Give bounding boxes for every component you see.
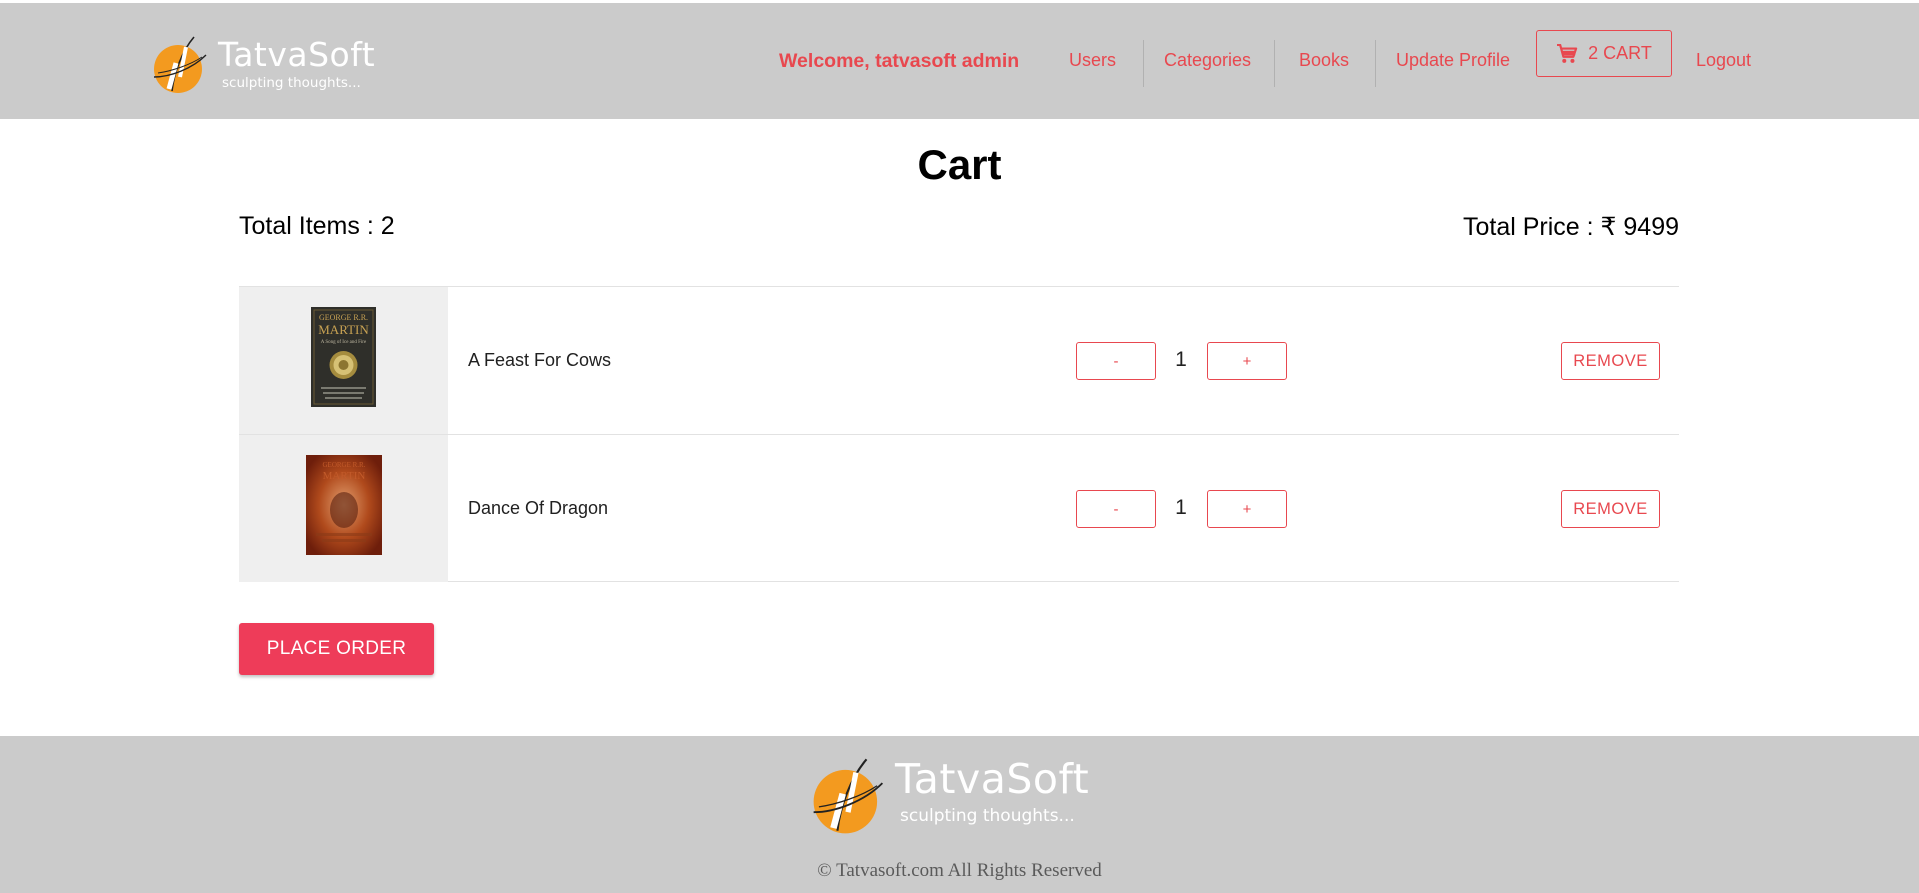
nav-divider	[1375, 40, 1376, 87]
decrement-button[interactable]: -	[1076, 490, 1156, 528]
nav-logout[interactable]: Logout	[1696, 50, 1751, 71]
nav-update-profile[interactable]: Update Profile	[1396, 50, 1510, 71]
footer-logo[interactable]: TatvaSoft sculpting thoughts...	[807, 754, 1127, 834]
cart-label: CART	[1603, 43, 1652, 63]
book-cover-image: GEORGE R.R. MARTIN	[306, 455, 382, 555]
cart-button[interactable]: 2 CART	[1536, 30, 1672, 77]
nav-divider	[1143, 40, 1144, 87]
cart-table: GEORGE R.R. MARTIN A Song of Ice and Fir…	[239, 286, 1679, 582]
cover-author: GEORGE R.R.	[323, 461, 366, 469]
cart-count: 2	[1588, 43, 1599, 63]
remove-button[interactable]: REMOVE	[1561, 490, 1660, 528]
cover-surname: MARTIN	[318, 322, 369, 337]
book-title: Dance Of Dragon	[468, 498, 609, 518]
nav-users[interactable]: Users	[1069, 50, 1116, 71]
nav-divider	[1274, 40, 1275, 87]
tatvasoft-logo-icon	[813, 758, 884, 834]
site-footer: TatvaSoft sculpting thoughts... © Tatvas…	[0, 736, 1919, 893]
logo-brand: TatvaSoft	[895, 755, 1090, 803]
book-title: A Feast For Cows	[468, 350, 612, 370]
quantity-value: 1	[1175, 348, 1187, 371]
total-items: Total Items : 2	[239, 212, 395, 240]
place-order-button[interactable]: PLACE ORDER	[239, 623, 434, 675]
main-nav: Welcome, tatvasoft admin Users Categorie…	[0, 3, 1919, 119]
decrement-button[interactable]: -	[1076, 342, 1156, 380]
cover-series: A Song of Ice and Fire	[321, 340, 367, 345]
book-cover-image: GEORGE R.R. MARTIN A Song of Ice and Fir…	[311, 307, 376, 407]
cover-author: GEORGE R.R.	[319, 313, 368, 322]
remove-button[interactable]: REMOVE	[1561, 342, 1660, 380]
nav-categories[interactable]: Categories	[1164, 50, 1251, 71]
increment-button[interactable]: +	[1207, 490, 1287, 528]
cart-row: GEORGE R.R. MARTIN A Song of Ice and Fir…	[239, 286, 1679, 434]
shopping-cart-icon	[1557, 43, 1578, 63]
cover-surname: MARTIN	[323, 470, 366, 482]
page-title: Cart	[917, 141, 1002, 188]
site-header: TatvaSoft sculpting thoughts... Welcome,…	[0, 3, 1919, 119]
copyright-text: © Tatvasoft.com All Rights Reserved	[817, 860, 1102, 881]
book-thumbnail-cell: GEORGE R.R. MARTIN A Song of Ice and Fir…	[239, 287, 448, 434]
nav-books[interactable]: Books	[1299, 50, 1349, 71]
quantity-value: 1	[1175, 496, 1187, 519]
cart-row: GEORGE R.R. MARTIN Dance Of Dragon ₹ 900…	[239, 434, 1679, 582]
logo-tagline: sculpting thoughts...	[900, 806, 1075, 826]
increment-button[interactable]: +	[1207, 342, 1287, 380]
welcome-text: Welcome, tatvasoft admin	[779, 50, 1020, 72]
total-price: Total Price : ₹ 9499	[1462, 213, 1679, 241]
book-thumbnail-cell: GEORGE R.R. MARTIN	[239, 435, 448, 582]
